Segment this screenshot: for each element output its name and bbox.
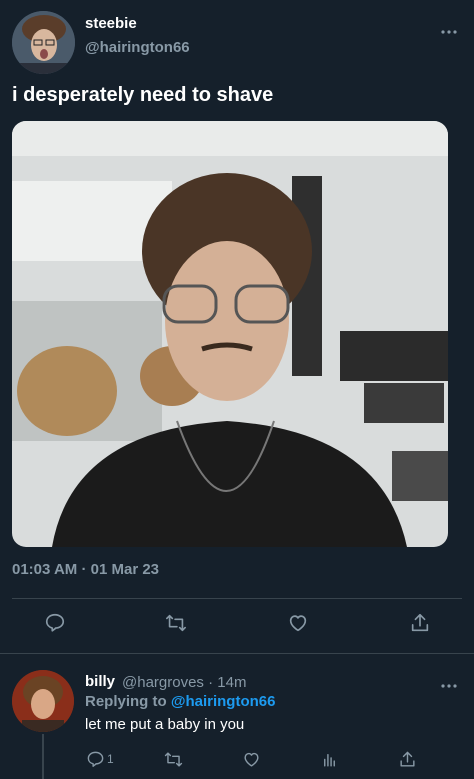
like-button[interactable] bbox=[285, 610, 311, 636]
reply-icon bbox=[45, 613, 65, 632]
more-options-icon[interactable] bbox=[439, 678, 459, 688]
reply-author-avatar[interactable] bbox=[12, 670, 74, 732]
tweet-timestamp[interactable]: 01:03 AM · 01 Mar 23 bbox=[12, 561, 159, 578]
share-button[interactable] bbox=[407, 610, 433, 636]
retweet-button[interactable] bbox=[163, 610, 189, 636]
tweet-photo[interactable] bbox=[12, 121, 448, 547]
like-icon bbox=[289, 615, 307, 632]
retweet-icon bbox=[166, 614, 186, 632]
analytics-button[interactable] bbox=[320, 748, 339, 770]
author-avatar[interactable] bbox=[12, 11, 75, 74]
reply-button[interactable]: 1 bbox=[86, 748, 114, 770]
reply-count: 1 bbox=[107, 752, 114, 766]
like-icon bbox=[244, 752, 259, 767]
like-button[interactable] bbox=[242, 748, 261, 770]
reply-button[interactable] bbox=[42, 610, 68, 636]
analytics-icon bbox=[324, 753, 335, 767]
author-handle[interactable]: @hairington66 bbox=[85, 39, 190, 56]
tweet-text: i desperately need to shave bbox=[12, 84, 274, 106]
thread-line bbox=[42, 734, 44, 779]
more-options-icon[interactable] bbox=[439, 24, 459, 34]
divider bbox=[12, 598, 462, 599]
reply-author-name[interactable]: billy bbox=[85, 673, 115, 690]
reply-author-handle[interactable]: @hargroves · 14m bbox=[122, 674, 246, 691]
replying-to: Replying to @hairington66 bbox=[85, 693, 275, 710]
replying-to-mention[interactable]: @hairington66 bbox=[171, 693, 276, 710]
share-button[interactable] bbox=[398, 748, 417, 770]
reply-tweet[interactable]: billy @hargroves · 14m Replying to @hair… bbox=[0, 654, 474, 779]
retweet-button[interactable] bbox=[164, 748, 183, 770]
author-display-name[interactable]: steebie bbox=[85, 15, 137, 32]
reply-text: let me put a baby in you bbox=[85, 716, 245, 733]
share-icon bbox=[400, 751, 415, 767]
reply-icon bbox=[87, 751, 104, 767]
share-icon bbox=[411, 613, 429, 632]
replying-prefix: Replying to bbox=[85, 693, 167, 710]
retweet-icon bbox=[164, 751, 183, 767]
